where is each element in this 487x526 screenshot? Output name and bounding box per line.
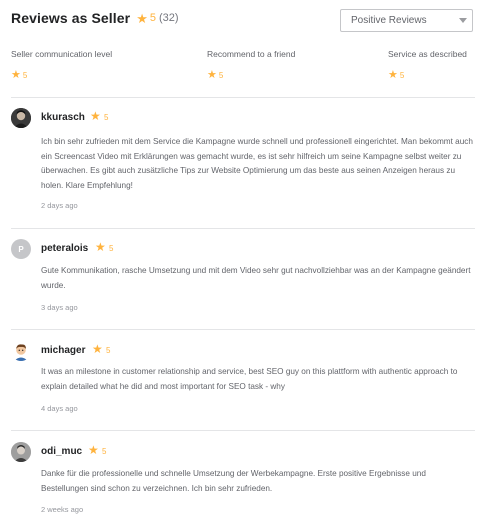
review-time: 4 days ago [41, 404, 78, 413]
star-icon: ★ [388, 69, 398, 81]
divider [11, 97, 475, 98]
review-filter-value: Positive Reviews [351, 15, 427, 26]
review-item: P peteralois ★ 5 Gute Kommunikation, ras… [11, 239, 475, 319]
breakdown-rating-value: 5 [22, 71, 28, 80]
review-username[interactable]: michager [41, 345, 85, 356]
review-rating: 5 [106, 346, 111, 355]
avatar[interactable] [11, 442, 31, 462]
review-rating: 5 [102, 447, 107, 456]
star-icon: ★ [92, 342, 103, 356]
review-rating: 5 [104, 113, 109, 122]
review-item: odi_muc ★ 5 Danke für die professionelle… [11, 442, 475, 522]
avatar[interactable] [11, 341, 31, 361]
chevron-down-icon[interactable] [454, 10, 472, 31]
review-filter-select[interactable]: Positive Reviews [340, 9, 473, 32]
divider [11, 329, 475, 330]
review-text: Gute Kommunikation, rasche Umsetzung und… [41, 266, 471, 290]
overall-rating: 5 [149, 12, 157, 24]
review-text: It was an milestone in customer relation… [41, 367, 458, 391]
breakdown-rating-recommend: ★ 5 [207, 70, 223, 81]
review-item: michager ★ 5 It was an milestone in cust… [11, 341, 475, 421]
review-time: 2 weeks ago [41, 505, 84, 514]
review-rating: 5 [109, 244, 114, 253]
star-icon: ★ [88, 443, 99, 457]
breakdown-rating-value: 5 [399, 71, 405, 80]
review-time: 2 days ago [41, 201, 78, 210]
star-icon: ★ [207, 69, 217, 81]
user-photo-icon [11, 442, 31, 462]
review-item: kkurasch ★ 5 Ich bin sehr zufrieden mit … [11, 108, 475, 218]
page-title: Reviews as Seller [11, 10, 131, 26]
review-count: (32) [159, 12, 179, 24]
review-text: Danke für die professionelle und schnell… [41, 469, 426, 493]
breakdown-label-described: Service as described [388, 49, 467, 59]
star-icon: ★ [11, 69, 21, 81]
avatar-letter: P [18, 244, 24, 254]
breakdown-label-communication: Seller communication level [11, 49, 113, 59]
reviews-header: Reviews as Seller ★ 5 (32) [11, 8, 179, 28]
breakdown-rating-communication: ★ 5 [11, 70, 27, 81]
avatar[interactable] [11, 108, 31, 128]
divider [11, 228, 475, 229]
review-username[interactable]: peteralois [41, 243, 88, 254]
cartoon-avatar-icon [11, 341, 31, 361]
review-text: Ich bin sehr zufrieden mit dem Service d… [41, 137, 473, 190]
avatar[interactable]: P [11, 239, 31, 259]
breakdown-rating-described: ★ 5 [388, 70, 404, 81]
star-icon: ★ [136, 10, 148, 26]
breakdown-label-recommend: Recommend to a friend [207, 49, 296, 59]
review-time: 3 days ago [41, 303, 78, 312]
user-photo-icon [11, 108, 31, 128]
star-icon: ★ [95, 240, 106, 254]
divider [11, 430, 475, 431]
breakdown-rating-value: 5 [218, 71, 224, 80]
review-username[interactable]: kkurasch [41, 112, 85, 123]
star-icon: ★ [90, 109, 101, 123]
review-username[interactable]: odi_muc [41, 446, 82, 457]
